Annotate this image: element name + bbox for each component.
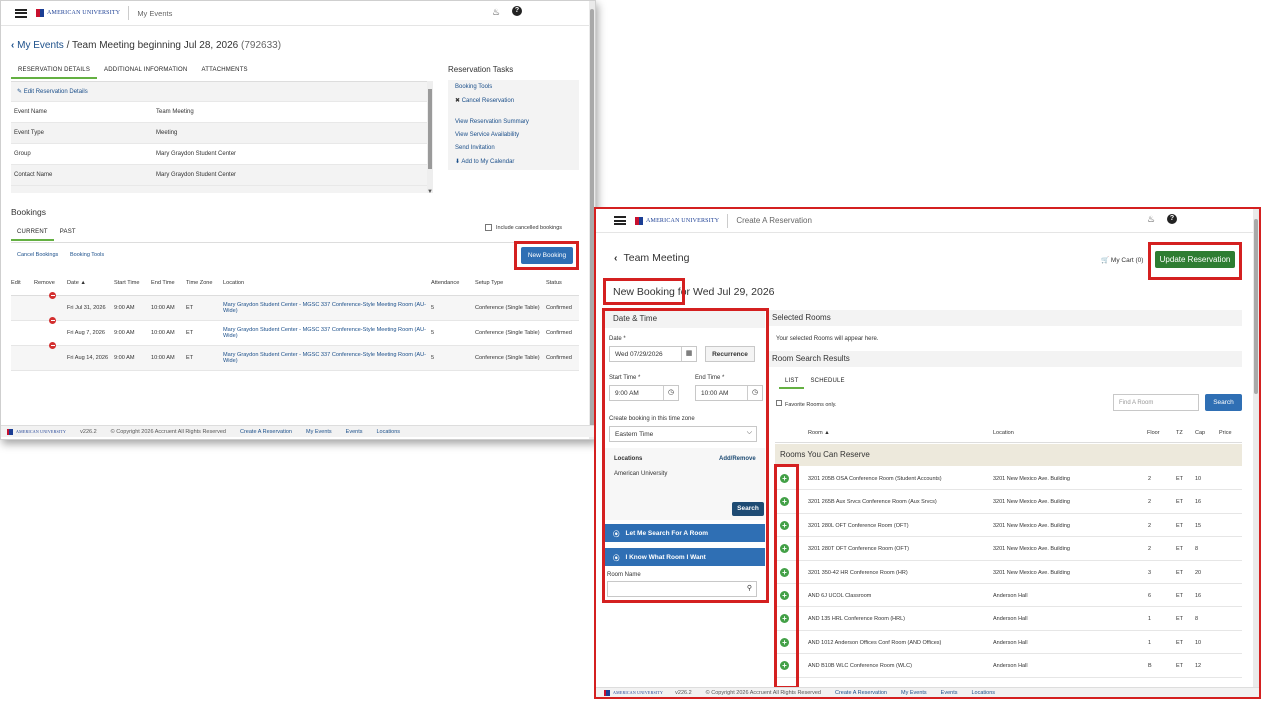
top-bar: AMERICAN UNIVERSITY My Events ♨ ?	[1, 1, 595, 26]
highlight-update	[1148, 242, 1242, 280]
booking-tabs: CURRENT PAST	[11, 225, 82, 241]
remove-icon[interactable]	[49, 341, 56, 349]
task-send-invitation[interactable]: Send Invitation	[455, 145, 495, 151]
task-view-service[interactable]: View Service Availability	[455, 132, 519, 138]
app-title: Create A Reservation	[736, 216, 812, 225]
table-row: Fri Aug 14, 2026 9:00 AM 10:00 AM ET Mary G…	[11, 341, 579, 370]
table-row: + 3201 205B OSA Conference Room (Student…	[775, 467, 1242, 491]
detail-row: Contact Name Mary Graydon Student Center	[11, 165, 427, 186]
footer: AMERICAN UNIVERSITY v226.2 © Copyright 2…	[596, 687, 1259, 697]
footer-link[interactable]: Events	[346, 429, 363, 435]
tab-schedule[interactable]: SCHEDULE	[804, 375, 850, 389]
page-title: Team Meeting beginning Jul 28, 2026	[71, 40, 239, 51]
location-link[interactable]: Mary Graydon Student Center - MGSC 337 C…	[223, 320, 431, 345]
footer-link[interactable]: Locations	[377, 429, 401, 435]
app-title: My Events	[137, 8, 173, 18]
tab-past[interactable]: PAST	[54, 225, 82, 241]
detail-row: Event Type Meeting	[11, 123, 427, 144]
footer-link[interactable]: My Events	[901, 690, 927, 696]
cart-icon: 🛒	[1101, 257, 1110, 264]
scrollbar[interactable]	[1253, 209, 1259, 697]
detail-row: Event Name Team Meeting	[11, 102, 427, 123]
tasks-title: Reservation Tasks	[448, 65, 514, 74]
tab-list[interactable]: LIST	[779, 375, 805, 389]
tab-reservation-details[interactable]: RESERVATION DETAILS	[11, 63, 98, 79]
help-icon[interactable]: ?	[1167, 214, 1177, 224]
footer-link[interactable]: Create A Reservation	[835, 690, 887, 696]
remove-icon[interactable]	[49, 291, 56, 299]
back-icon: ‹	[614, 252, 618, 264]
location-link[interactable]: Mary Graydon Student Center - MGSC 337 C…	[223, 295, 431, 320]
top-bar: AMERICAN UNIVERSITY Create A Reservation…	[596, 209, 1259, 233]
table-row: + 3201 265B Aux Srvcs Conference Room (A…	[775, 490, 1242, 514]
selected-rooms-header: Selected Rooms	[769, 310, 1242, 326]
menu-icon[interactable]	[15, 8, 27, 18]
table-row: + AND B10B WLC Conference Room (WLC) Ande…	[775, 654, 1242, 678]
reservation-id: (792633)	[241, 40, 282, 51]
include-cancelled[interactable]: Include cancelled bookings	[485, 224, 562, 231]
edit-details-row: ✎ Edit Reservation Details	[11, 82, 427, 102]
back-title[interactable]: ‹ Team Meeting	[614, 252, 689, 264]
breadcrumb-my-events[interactable]: My Events	[17, 40, 64, 51]
detail-tabs: RESERVATION DETAILS ADDITIONAL INFORMATI…	[11, 63, 255, 79]
location-link[interactable]: Mary Graydon Student Center - MGSC 337 C…	[223, 345, 431, 370]
table-row: + 3201 280L OFT Conference Room (OFT) 320…	[775, 514, 1242, 538]
table-row: + AND 135 HRL Conference Room (HRL) Ander…	[775, 607, 1242, 631]
footer-link[interactable]: My Events	[306, 429, 332, 435]
tab-additional-information[interactable]: ADDITIONAL INFORMATION	[97, 63, 194, 79]
room-search-results-header: Room Search Results	[769, 351, 1242, 367]
results-header-row: Room ▲ Location Floor TZ Cap Price	[775, 423, 1242, 443]
highlight-new-booking	[514, 241, 579, 270]
footer-link[interactable]: Events	[941, 690, 958, 696]
bookings-title: Bookings	[11, 207, 46, 217]
footer: AMERICAN UNIVERSITY v226.2 © Copyright 2…	[1, 425, 595, 437]
favorite-filter[interactable]: Favorite Rooms only.	[776, 400, 846, 410]
highlight-add-icons	[774, 464, 799, 689]
group-header: Rooms You Can Reserve	[775, 444, 1242, 466]
bookings-table: Edit Remove Date ▲ Start Time End Time T…	[11, 271, 579, 371]
help-icon[interactable]: ?	[512, 6, 522, 16]
tab-current[interactable]: CURRENT	[11, 225, 54, 241]
results-tabs: LIST SCHEDULE	[779, 375, 851, 389]
table-row: Fri Jul 31, 2026 9:00 AM 10:00 AM ET Mary G…	[11, 291, 579, 320]
details-scrollbar[interactable]: ▼	[427, 81, 433, 195]
cart-link[interactable]: 🛒 My Cart (0)	[1101, 256, 1143, 264]
tasks-panel: Booking Tools ✖ Cancel Reservation View …	[448, 80, 579, 170]
find-room-input[interactable]: Find A Room	[1113, 394, 1199, 411]
my-events-window: AMERICAN UNIVERSITY My Events ♨ ? ‹ My E…	[0, 0, 596, 440]
create-reservation-window: AMERICAN UNIVERSITY Create A Reservation…	[594, 207, 1261, 699]
task-booking-tools[interactable]: Booking Tools	[455, 84, 492, 90]
task-cancel-reservation[interactable]: ✖ Cancel Reservation	[455, 97, 514, 104]
cancel-bookings-link[interactable]: Cancel Bookings	[17, 252, 58, 258]
details-panel: ✎ Edit Reservation Details Event Name Tea…	[11, 81, 427, 193]
include-cancelled-checkbox[interactable]	[485, 224, 492, 231]
remove-icon[interactable]	[49, 316, 56, 324]
lighthouse-icon[interactable]: ♨	[492, 7, 500, 18]
table-row: + AND 6J UCOL Classroom Anderson Hall 6 ET…	[775, 584, 1242, 608]
booking-tools-link[interactable]: Booking Tools	[70, 252, 104, 258]
favorite-checkbox[interactable]	[776, 400, 782, 406]
task-add-calendar[interactable]: ⬇ Add to My Calendar	[455, 158, 514, 165]
table-row: + AND 1012 Anderson Offices Conf Room (A…	[775, 631, 1242, 655]
table-row: + 3201 280T OFT Conference Room (OFT) 320…	[775, 537, 1242, 561]
menu-icon[interactable]	[614, 216, 626, 225]
detail-row: Group Mary Graydon Student Center	[11, 144, 427, 165]
highlight-new-booking	[603, 278, 685, 305]
university-logo[interactable]: AMERICAN UNIVERSITY	[36, 9, 120, 17]
edit-reservation-details-link[interactable]: ✎ Edit Reservation Details	[17, 88, 88, 95]
footer-link[interactable]: Create A Reservation	[240, 429, 292, 435]
download-icon: ⬇	[455, 159, 461, 165]
table-row: + 3201 350-42 HR Conference Room (HR) 320…	[775, 561, 1242, 584]
tab-attachments[interactable]: ATTACHMENTS	[194, 63, 254, 79]
highlight-form	[602, 308, 769, 603]
breadcrumb: ‹ My Events / Team Meeting beginning Jul…	[11, 40, 282, 51]
university-logo[interactable]: AMERICAN UNIVERSITY	[635, 216, 719, 225]
selected-rooms-hint: Your selected Rooms will appear here.	[776, 336, 879, 342]
task-view-summary[interactable]: View Reservation Summary	[455, 119, 529, 125]
footer-link[interactable]: Locations	[972, 690, 996, 696]
table-row: Fri Aug 7, 2026 9:00 AM 10:00 AM ET Mary Gr…	[11, 316, 579, 345]
lighthouse-icon[interactable]: ♨	[1147, 214, 1155, 225]
find-room-search-button[interactable]: Search	[1205, 394, 1242, 411]
scroll-down-icon[interactable]: ▼	[427, 189, 433, 195]
